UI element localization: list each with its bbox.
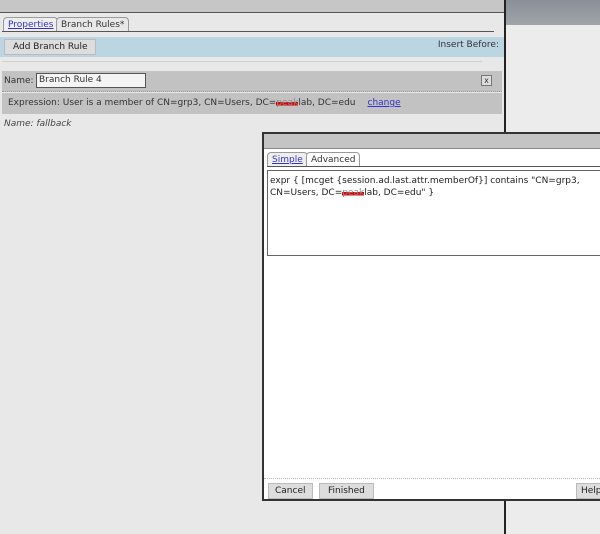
help-button[interactable]: Help [576,483,600,499]
dialog-tab-divider [267,166,600,167]
tab-advanced[interactable]: Advanced [306,152,361,167]
expression-dialog: Simple Advanced expr { [mcget {session.a… [262,132,600,501]
tab-divider [2,31,494,32]
expression-text: Expression: User is a member of CN=grp3,… [8,98,401,108]
tab-properties[interactable]: Properties [3,17,59,32]
tab-simple[interactable]: Simple [267,152,308,167]
expression-row: Expression: User is a member of CN=grp3,… [2,93,502,114]
rule-name-input[interactable]: Branch Rule 4 [36,73,146,88]
toolbar: Add Branch Rule Insert Before: [0,37,504,57]
change-link[interactable]: change [368,98,401,108]
add-branch-rule-button[interactable]: Add Branch Rule [4,39,97,55]
dialog-separator [264,478,600,479]
finished-button[interactable]: Finished [319,483,374,499]
expression-textarea[interactable]: expr { [mcget {session.ad.last.attr.memb… [267,170,600,256]
top-bar [0,0,505,13]
cancel-button[interactable]: Cancel [268,483,313,499]
tab-branch-rules[interactable]: Branch Rules* [56,17,130,32]
name-label: Name: [4,76,34,86]
dialog-title-bar[interactable] [264,134,600,149]
right-header [505,0,600,25]
delete-rule-icon[interactable]: x [481,75,492,86]
insert-before-label: Insert Before: [437,40,499,50]
fallback-rule-name: Name: fallback [4,119,72,129]
separator [2,61,482,62]
